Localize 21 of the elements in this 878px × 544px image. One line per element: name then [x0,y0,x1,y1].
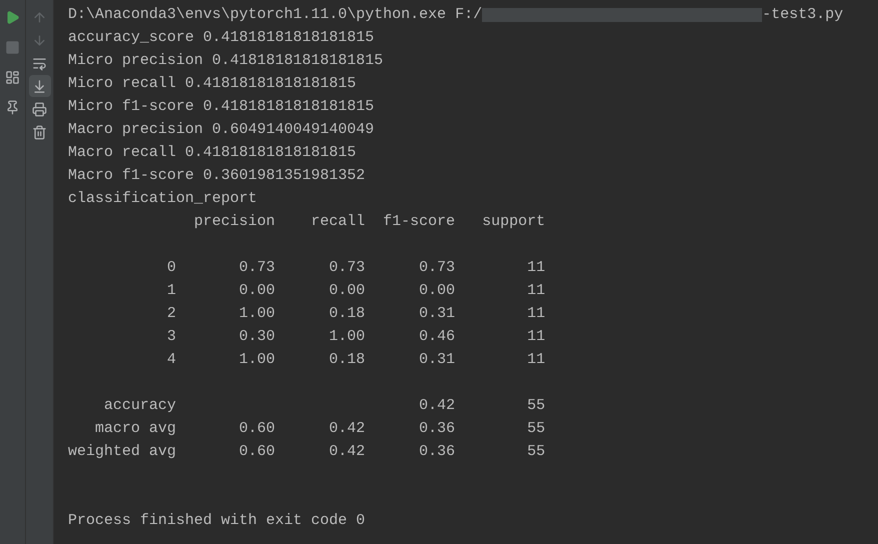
report-row-text: 3 0.30 1.00 0.46 11 [166,327,546,347]
report-row-text: 0 0.73 0.73 0.73 11 [166,258,546,278]
report-row-text: 1 0.00 0.00 0.00 11 [166,281,546,301]
output-line: Macro recall 0.41818181818181815 [68,143,356,163]
report-summary-row-text: weighted avg 0.60 0.42 0.36 55 [68,442,546,462]
report-row-text: 2 1.00 0.18 0.31 11 [166,304,546,324]
output-line: Micro f1-score 0.41818181818181815 [68,97,374,117]
output-line: Micro precision 0.41818181818181815 [68,51,384,71]
script-name: -test3.py [762,5,844,25]
output-line: Micro recall 0.41818181818181815 [68,74,356,94]
report-row-text: 4 1.00 0.18 0.31 11 [166,350,546,370]
report-summary-row-text: macro avg 0.60 0.42 0.36 55 [94,419,546,439]
output-line: classification_report [68,189,258,209]
scroll-to-end-icon[interactable] [28,75,50,97]
output-line: Macro precision 0.6049140049140049 [68,120,374,140]
command-line: D:\Anaconda3\envs\pytorch1.11.0\python.exe F:/ [68,5,482,25]
output-line: accuracy_score 0.41818181818181815 [68,28,374,48]
exit-message: Process finished with exit code 0 [68,511,366,531]
output-line: Macro f1-score 0.3601981351981352 [68,166,366,186]
report-header: precision recall f1-score support [193,212,546,232]
report-summary-row-text: accuracy 0.42 55 [103,396,546,416]
